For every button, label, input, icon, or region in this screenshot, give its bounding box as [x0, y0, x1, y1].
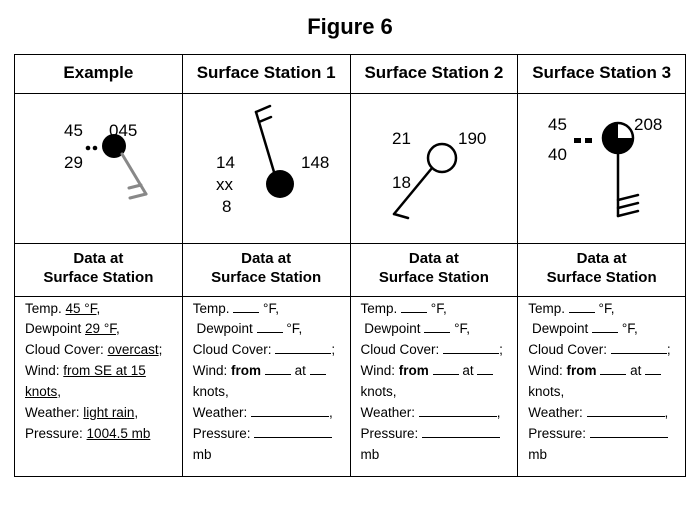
station-model-1: 14 xx 8 148: [186, 98, 346, 238]
subhead-station3: Data atSurface Station: [518, 244, 686, 297]
data-station1: Temp. °F, Dewpoint °F, Cloud Cover: ; Wi…: [182, 296, 350, 476]
svg-text:18: 18: [392, 173, 411, 192]
blank-wind-dir[interactable]: [265, 363, 291, 375]
blank-dewpoint[interactable]: [592, 321, 618, 333]
blank-temp[interactable]: [569, 300, 595, 312]
blank-weather[interactable]: [251, 405, 329, 417]
blank-cloud[interactable]: [443, 342, 499, 354]
blank-cloud[interactable]: [611, 342, 667, 354]
col-header-station1: Surface Station 1: [182, 55, 350, 94]
blank-wind-spd[interactable]: [645, 363, 661, 375]
svg-text:40: 40: [548, 145, 567, 164]
data-station2: Temp. °F, Dewpoint °F, Cloud Cover: ; Wi…: [350, 296, 518, 476]
blank-wind-dir[interactable]: [433, 363, 459, 375]
blank-weather[interactable]: [419, 405, 497, 417]
svg-text:190: 190: [458, 129, 486, 148]
blank-temp[interactable]: [233, 300, 259, 312]
data-example: Temp. 45 °F, Dewpoint 29 °F, Cloud Cover…: [15, 296, 183, 476]
subhead-station1: Data atSurface Station: [182, 244, 350, 297]
blank-weather[interactable]: [587, 405, 665, 417]
subhead-station2: Data atSurface Station: [350, 244, 518, 297]
col-header-example: Example: [15, 55, 183, 94]
blank-pressure[interactable]: [254, 426, 332, 438]
svg-text:148: 148: [301, 153, 329, 172]
col-header-station2: Surface Station 2: [350, 55, 518, 94]
blank-pressure[interactable]: [422, 426, 500, 438]
col-header-station3: Surface Station 3: [518, 55, 686, 94]
figure-title: Figure 6: [14, 14, 686, 40]
station-model-3: 45 208 40: [522, 98, 682, 238]
station-model-2: 21 190 18: [354, 98, 514, 238]
blank-wind-spd[interactable]: [477, 363, 493, 375]
blank-pressure[interactable]: [590, 426, 668, 438]
blank-dewpoint[interactable]: [424, 321, 450, 333]
data-station3: Temp. °F, Dewpoint °F, Cloud Cover: ; Wi…: [518, 296, 686, 476]
station-model-example: 45 045 29: [18, 98, 178, 238]
svg-text:14: 14: [216, 153, 235, 172]
svg-text:45: 45: [64, 121, 83, 140]
svg-text:8: 8: [222, 197, 231, 216]
blank-wind-dir[interactable]: [600, 363, 626, 375]
blank-cloud[interactable]: [275, 342, 331, 354]
svg-text:21: 21: [392, 129, 411, 148]
station-table: Example Surface Station 1 Surface Statio…: [14, 54, 686, 477]
svg-text:45: 45: [548, 115, 567, 134]
svg-text:xx: xx: [216, 175, 234, 194]
subhead-example: Data atSurface Station: [15, 244, 183, 297]
svg-text:29: 29: [64, 153, 83, 172]
blank-dewpoint[interactable]: [257, 321, 283, 333]
blank-temp[interactable]: [401, 300, 427, 312]
svg-text:208: 208: [634, 115, 662, 134]
blank-wind-spd[interactable]: [310, 363, 326, 375]
